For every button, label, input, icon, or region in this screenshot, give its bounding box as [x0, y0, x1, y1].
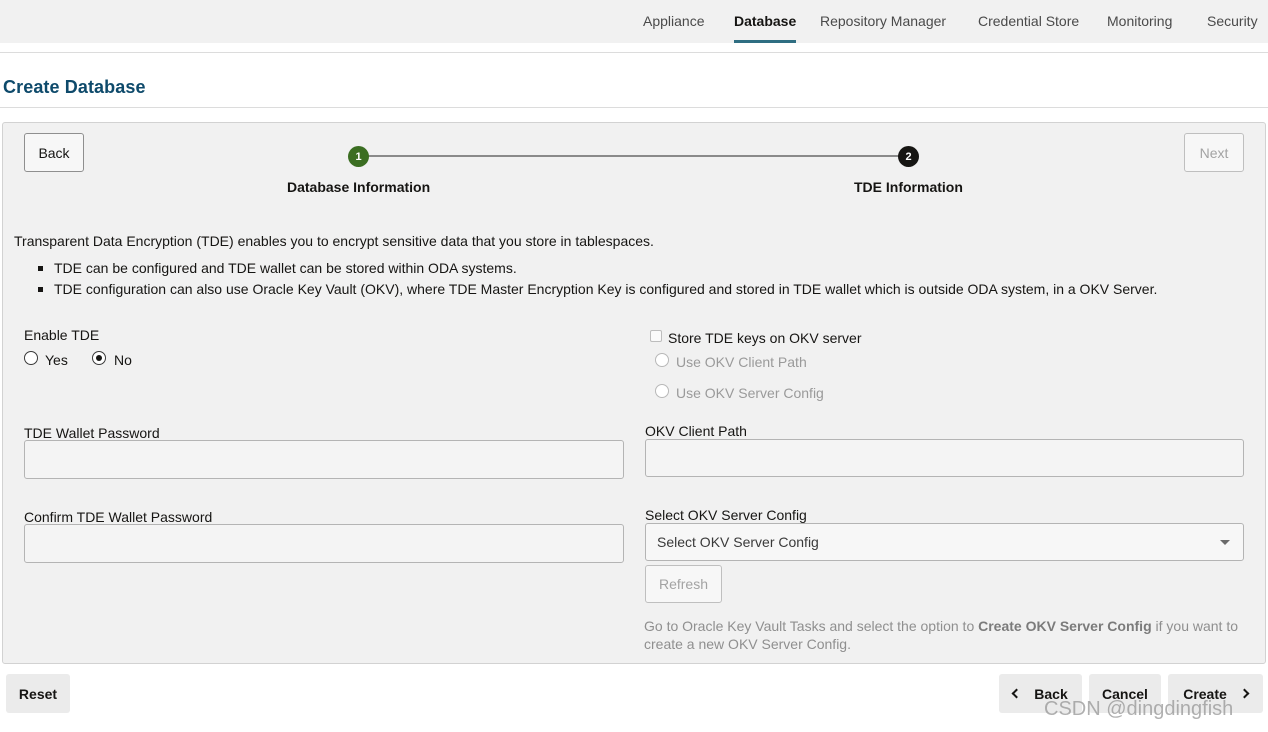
bullet-text: TDE configuration can also use Oracle Ke… [54, 281, 1158, 297]
step-1-label[interactable]: Database Information [287, 179, 430, 195]
tab-appliance[interactable]: Appliance [643, 13, 705, 29]
enable-tde-yes-radio[interactable] [24, 351, 38, 365]
store-okv-checkbox[interactable] [650, 330, 662, 342]
page-title: Create Database [3, 77, 146, 97]
chevron-right-icon [1239, 688, 1250, 699]
okv-server-config-radio[interactable] [655, 384, 669, 398]
enable-tde-label: Enable TDE [24, 327, 100, 343]
tde-description: Transparent Data Encryption (TDE) enable… [14, 233, 654, 249]
hint-prefix: Go to Oracle Key Vault Tasks and select … [644, 618, 979, 634]
okv-client-path-option-label[interactable]: Use OKV Client Path [676, 354, 807, 370]
wizard-back-button[interactable]: Back [24, 133, 84, 172]
bullet-text: TDE can be configured and TDE wallet can… [54, 260, 517, 276]
tab-monitoring[interactable]: Monitoring [1107, 13, 1172, 29]
list-item: TDE can be configured and TDE wallet can… [38, 260, 517, 276]
chevron-left-icon [1011, 688, 1022, 699]
enable-tde-no-radio[interactable] [92, 351, 106, 365]
wallet-password-label: TDE Wallet Password [24, 425, 160, 441]
okv-server-config-value: Select OKV Server Config [657, 534, 819, 550]
confirm-password-input[interactable] [24, 524, 624, 563]
okv-server-config-select[interactable]: Select OKV Server Config [645, 523, 1244, 561]
refresh-button[interactable]: Refresh [645, 565, 722, 603]
tab-repository-manager[interactable]: Repository Manager [820, 13, 946, 29]
stepper-connector [368, 155, 900, 157]
wallet-password-input[interactable] [24, 440, 624, 479]
enable-tde-no-label[interactable]: No [114, 352, 132, 368]
divider [0, 107, 1268, 108]
okv-client-path-input[interactable] [645, 439, 1244, 477]
step-2-label[interactable]: TDE Information [854, 179, 963, 195]
okv-server-config-option-label[interactable]: Use OKV Server Config [676, 385, 824, 401]
chevron-down-icon [1220, 540, 1230, 545]
okv-hint-text: Go to Oracle Key Vault Tasks and select … [644, 617, 1244, 653]
watermark: CSDN @dingdingfish [1044, 698, 1234, 720]
wizard-panel [2, 122, 1266, 664]
store-okv-label[interactable]: Store TDE keys on OKV server [668, 330, 861, 346]
list-item: TDE configuration can also use Oracle Ke… [38, 281, 1157, 297]
confirm-password-label: Confirm TDE Wallet Password [24, 509, 213, 525]
hint-emphasis: Create OKV Server Config [978, 618, 1152, 634]
step-1-indicator[interactable]: 1 [348, 146, 369, 167]
divider [0, 52, 1268, 53]
tab-database[interactable]: Database [734, 13, 797, 43]
okv-server-config-label: Select OKV Server Config [645, 507, 807, 523]
wizard-next-button[interactable]: Next [1184, 133, 1244, 172]
okv-client-path-radio[interactable] [655, 353, 669, 367]
enable-tde-yes-label[interactable]: Yes [45, 352, 68, 368]
step-2-indicator[interactable]: 2 [898, 146, 919, 167]
top-navigation: Appliance Database Repository Manager Cr… [0, 0, 1268, 43]
okv-client-path-label: OKV Client Path [645, 423, 747, 439]
tab-credential-store[interactable]: Credential Store [978, 13, 1079, 29]
reset-button[interactable]: Reset [6, 674, 70, 713]
tab-security[interactable]: Security [1207, 13, 1258, 29]
